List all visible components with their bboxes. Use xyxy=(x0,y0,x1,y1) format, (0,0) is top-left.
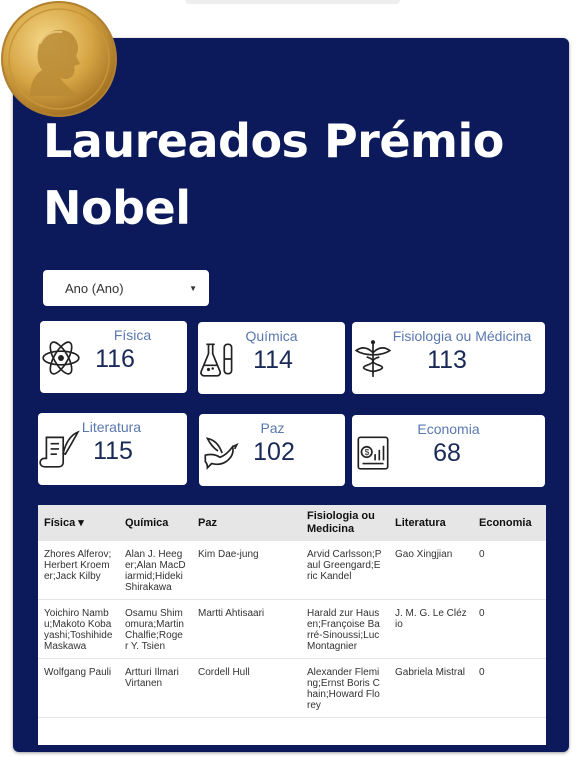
table-row: Wolfgang Pauli Artturi Ilmari Virtanen C… xyxy=(38,658,546,718)
table-row: Zhores Alferov;Herbert Kroemer;Jack Kilb… xyxy=(38,541,546,600)
card-value: 68 xyxy=(433,439,461,467)
table-cell: Artturi Ilmari Virtanen xyxy=(119,658,192,718)
column-header-quimica[interactable]: Química xyxy=(119,505,192,541)
card-label: Economia xyxy=(417,421,480,437)
top-strip xyxy=(185,0,400,4)
column-header-economia[interactable]: Economia xyxy=(473,505,546,541)
table-cell: Gabriela Mistral xyxy=(389,658,473,718)
table-cell: Wolfgang Pauli xyxy=(38,658,119,718)
column-header-literatura[interactable]: Literatura xyxy=(389,505,473,541)
table-cell: Martti Ahtisaari xyxy=(192,599,301,659)
chemistry-flask-icon xyxy=(200,343,233,377)
laureates-table: Física ▾ Química Paz Fisiologia ou Medic… xyxy=(38,505,546,745)
card-value: 116 xyxy=(95,345,135,373)
table-cell: Cordell Hull xyxy=(192,658,301,718)
table-cell: Arvid Carlsson;Paul Greengard;Eric Kande… xyxy=(301,541,389,600)
stat-card-paz: Paz 102 xyxy=(199,414,345,486)
column-header-paz[interactable]: Paz xyxy=(192,505,301,541)
card-label: Física xyxy=(113,327,152,343)
table-cell: Kim Dae-jung xyxy=(192,541,301,600)
year-filter-label: Ano (Ano) xyxy=(65,280,124,296)
table-cell: Alan J. Heeger;Alan MacDiarmid;Hideki Sh… xyxy=(119,541,192,600)
nobel-medal-logo xyxy=(1,1,117,117)
stat-card-quimica: Química 114 xyxy=(198,322,345,394)
table-cell: Osamu Shimomura;Martin Chalfie;Roger Y. … xyxy=(119,599,192,659)
card-value: 102 xyxy=(253,438,295,466)
card-value: 113 xyxy=(427,346,467,374)
table-cell: Zhores Alferov;Herbert Kroemer;Jack Kilb… xyxy=(38,541,119,600)
card-label: Paz xyxy=(260,420,285,436)
column-header-fisiologia[interactable]: Fisiologia ou Medicina xyxy=(301,505,389,541)
table-row: Yoichiro Nambu;Makoto Kobayashi;Toshihid… xyxy=(38,599,546,659)
table-cell: 0 xyxy=(473,658,546,718)
economy-chart-icon: $ xyxy=(357,436,389,470)
stat-card-fisica: Física 116 xyxy=(40,321,187,393)
sort-desc-icon: ▾ xyxy=(78,516,84,529)
table-cell: Yoichiro Nambu;Makoto Kobayashi;Toshihid… xyxy=(38,599,119,659)
dashboard-panel: Laureados Prémio Nobel Ano (Ano) ▼ Físic… xyxy=(13,38,569,752)
year-filter-dropdown[interactable]: Ano (Ano) ▼ xyxy=(43,270,209,306)
card-value: 114 xyxy=(253,346,293,374)
table-cell: Harald zur Hausen;Françoise Barré-Sinous… xyxy=(301,599,389,659)
svg-text:$: $ xyxy=(365,447,370,457)
table-cell: Alexander Fleming;Ernst Boris Chain;Howa… xyxy=(301,658,389,718)
stat-card-literatura: Literatura 115 xyxy=(38,413,187,485)
dove-icon xyxy=(204,437,239,470)
page-title: Laureados Prémio Nobel xyxy=(43,114,504,235)
card-label: Química xyxy=(245,328,298,344)
table-cell: Gao Xingjian xyxy=(389,541,473,600)
atom-icon xyxy=(42,341,80,375)
table-header-row: Física ▾ Química Paz Fisiologia ou Medic… xyxy=(38,505,546,541)
table-cell: 0 xyxy=(473,541,546,600)
stat-card-fisiologia: Fisiologia ou Médicina 113 xyxy=(352,322,545,394)
caduceus-icon xyxy=(354,340,392,377)
card-value: 115 xyxy=(93,437,133,465)
column-header-fisica[interactable]: Física ▾ xyxy=(38,505,119,541)
chevron-down-icon: ▼ xyxy=(189,283,197,293)
card-label: Fisiologia ou Médicina xyxy=(392,328,532,344)
table-cell: 0 xyxy=(473,599,546,659)
stat-card-economia: $ Economia 68 xyxy=(352,415,545,487)
table-cell: J. M. G. Le Clézio xyxy=(389,599,473,659)
card-label: Literatura xyxy=(81,419,142,435)
scroll-quill-icon xyxy=(39,430,80,468)
